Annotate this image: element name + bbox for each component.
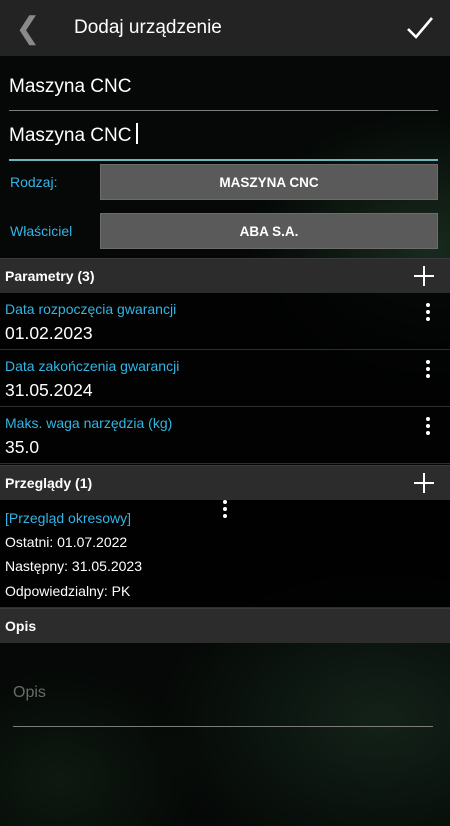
description-input[interactable]: Opis <box>13 684 433 727</box>
more-vert-icon[interactable] <box>424 303 432 323</box>
back-button[interactable]: ❮ <box>0 0 56 56</box>
owner-label: Właściciel <box>10 223 73 239</box>
parameter-item[interactable]: Data zakończenia gwarancji 31.05.2024 <box>0 350 450 407</box>
inspections-section-header: Przeglądy (1) <box>0 465 450 500</box>
description-placeholder: Opis <box>13 684 46 701</box>
parameters-section-header: Parametry (3) <box>0 258 450 293</box>
inspection-name: [Przegląd okresowy] <box>5 510 132 526</box>
inspection-responsible: Odpowiedzialny: PK <box>5 583 131 599</box>
parameter-label: Data rozpoczęcia gwarancji <box>5 301 177 317</box>
page-title: Dodaj urządzenie <box>74 17 222 38</box>
description-underline <box>13 726 433 727</box>
name2-field[interactable]: Maszyna CNC <box>9 123 438 161</box>
parameter-label: Data zakończenia gwarancji <box>5 358 180 374</box>
inspection-item[interactable]: [Przegląd okresowy] Ostatni: 01.07.2022 … <box>0 500 450 608</box>
name-field-underline <box>9 110 438 111</box>
owner-row: Właściciel ABA S.A. <box>0 213 450 249</box>
more-vert-icon[interactable] <box>424 417 432 437</box>
parameter-value: 01.02.2023 <box>5 323 93 343</box>
inspection-last-date: Ostatni: 01.07.2022 <box>5 534 128 550</box>
more-vert-icon[interactable] <box>424 360 432 380</box>
parameters-title: Parametry (3) <box>5 268 95 284</box>
add-device-screen: ❮ Dodaj urządzenie Maszyna CNC Maszyna C… <box>0 0 450 826</box>
type-label: Rodzaj: <box>10 174 58 190</box>
text-cursor <box>136 123 139 144</box>
parameter-value: 35.0 <box>5 437 40 457</box>
confirm-check-icon[interactable] <box>404 12 436 44</box>
owner-select-button[interactable]: ABA S.A. <box>100 213 438 249</box>
parameter-item[interactable]: Data rozpoczęcia gwarancji 01.02.2023 <box>0 293 450 350</box>
inspection-next-date: Następny: 31.05.2023 <box>5 558 142 574</box>
parameter-label: Maks. waga narzędzia (kg) <box>5 415 173 431</box>
chevron-left-icon: ❮ <box>15 11 41 45</box>
type-row: Rodzaj: MASZYNA CNC <box>0 164 450 200</box>
add-parameter-plus-icon[interactable] <box>412 264 436 288</box>
add-inspection-plus-icon[interactable] <box>412 471 436 495</box>
type-select-button[interactable]: MASZYNA CNC <box>100 164 438 200</box>
toolbar: ❮ Dodaj urządzenie <box>0 0 450 56</box>
parameter-item[interactable]: Maks. waga narzędzia (kg) 35.0 <box>0 407 450 464</box>
name2-field-value: Maszyna CNC <box>9 125 132 146</box>
description-title: Opis <box>5 618 37 634</box>
parameter-value: 31.05.2024 <box>5 380 93 400</box>
name-field-value: Maszyna CNC <box>9 76 132 97</box>
inspections-title: Przeglądy (1) <box>5 475 93 491</box>
name2-field-underline <box>9 159 438 161</box>
description-section-header: Opis <box>0 608 450 643</box>
name-field[interactable]: Maszyna CNC <box>9 74 438 111</box>
